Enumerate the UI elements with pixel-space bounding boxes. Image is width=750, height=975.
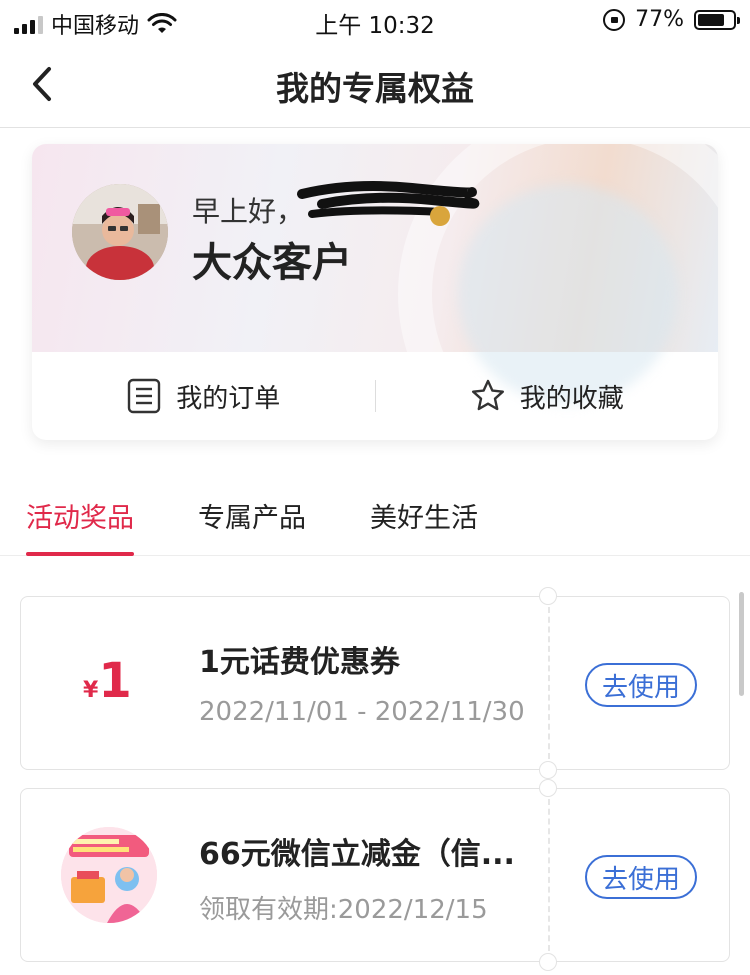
use-coupon-button[interactable]: 去使用 <box>585 663 697 707</box>
coupon-divider <box>548 799 550 951</box>
battery-percent: 77% <box>635 7 684 32</box>
tab-activity-prizes[interactable]: 活动奖品 <box>26 496 134 556</box>
coupon-thumbnail <box>61 827 157 923</box>
tab-bar: 活动奖品 专属产品 美好生活 <box>0 484 750 556</box>
avatar[interactable] <box>72 184 168 280</box>
redaction-scribble <box>297 181 480 226</box>
star-icon <box>471 379 504 411</box>
coupon-title: 66元微信立减金（信... <box>199 837 515 872</box>
profile-banner: 早上好， 大众客户 <box>32 144 718 440</box>
coupon-amount: 1 <box>98 653 132 709</box>
profile-card: 早上好， 大众客户 我的订单 我的收藏 <box>32 144 718 440</box>
tab-exclusive-products[interactable]: 专属产品 <box>198 496 306 556</box>
my-orders-button[interactable]: 我的订单 <box>32 352 375 440</box>
use-coupon-button[interactable]: 去使用 <box>585 855 697 899</box>
tab-good-life[interactable]: 美好生活 <box>370 496 478 556</box>
coupon-notch <box>539 953 557 971</box>
customer-level: 大众客户 <box>192 239 352 286</box>
battery-icon <box>694 9 740 30</box>
nav-bar: 我的专属权益 <box>0 42 750 128</box>
coupon-price: ¥1 <box>83 653 132 709</box>
coupon-title: 1元话费优惠券 <box>199 645 400 680</box>
currency-symbol: ¥ <box>83 678 99 703</box>
rotation-lock-icon <box>603 8 626 31</box>
my-favorites-label: 我的收藏 <box>519 383 624 414</box>
coupon-notch <box>539 761 557 779</box>
coupon-date: 2022/11/01 - 2022/11/30 <box>199 697 525 727</box>
coupon-card[interactable]: 66元微信立减金（信... 领取有效期:2022/12/15 去使用 <box>20 779 730 971</box>
status-right: 77% <box>603 7 740 32</box>
my-orders-label: 我的订单 <box>176 383 281 414</box>
order-list-icon <box>128 378 161 414</box>
coupon-divider <box>548 607 550 759</box>
coupon-date: 领取有效期:2022/12/15 <box>199 895 488 925</box>
coupon-card[interactable]: ¥1 1元话费优惠券 2022/11/01 - 2022/11/30 去使用 <box>20 587 730 779</box>
status-bar: 中国移动 上午 10:32 77% <box>0 0 750 42</box>
coupon-notch <box>539 779 557 797</box>
scrollbar[interactable] <box>739 592 744 696</box>
my-favorites-button[interactable]: 我的收藏 <box>376 352 719 440</box>
profile-actions: 我的订单 我的收藏 <box>32 352 718 440</box>
avatar-image <box>72 184 168 280</box>
coupon-thumbnail-image <box>61 827 157 923</box>
coupon-notch <box>539 587 557 605</box>
page-title: 我的专属权益 <box>276 69 474 108</box>
